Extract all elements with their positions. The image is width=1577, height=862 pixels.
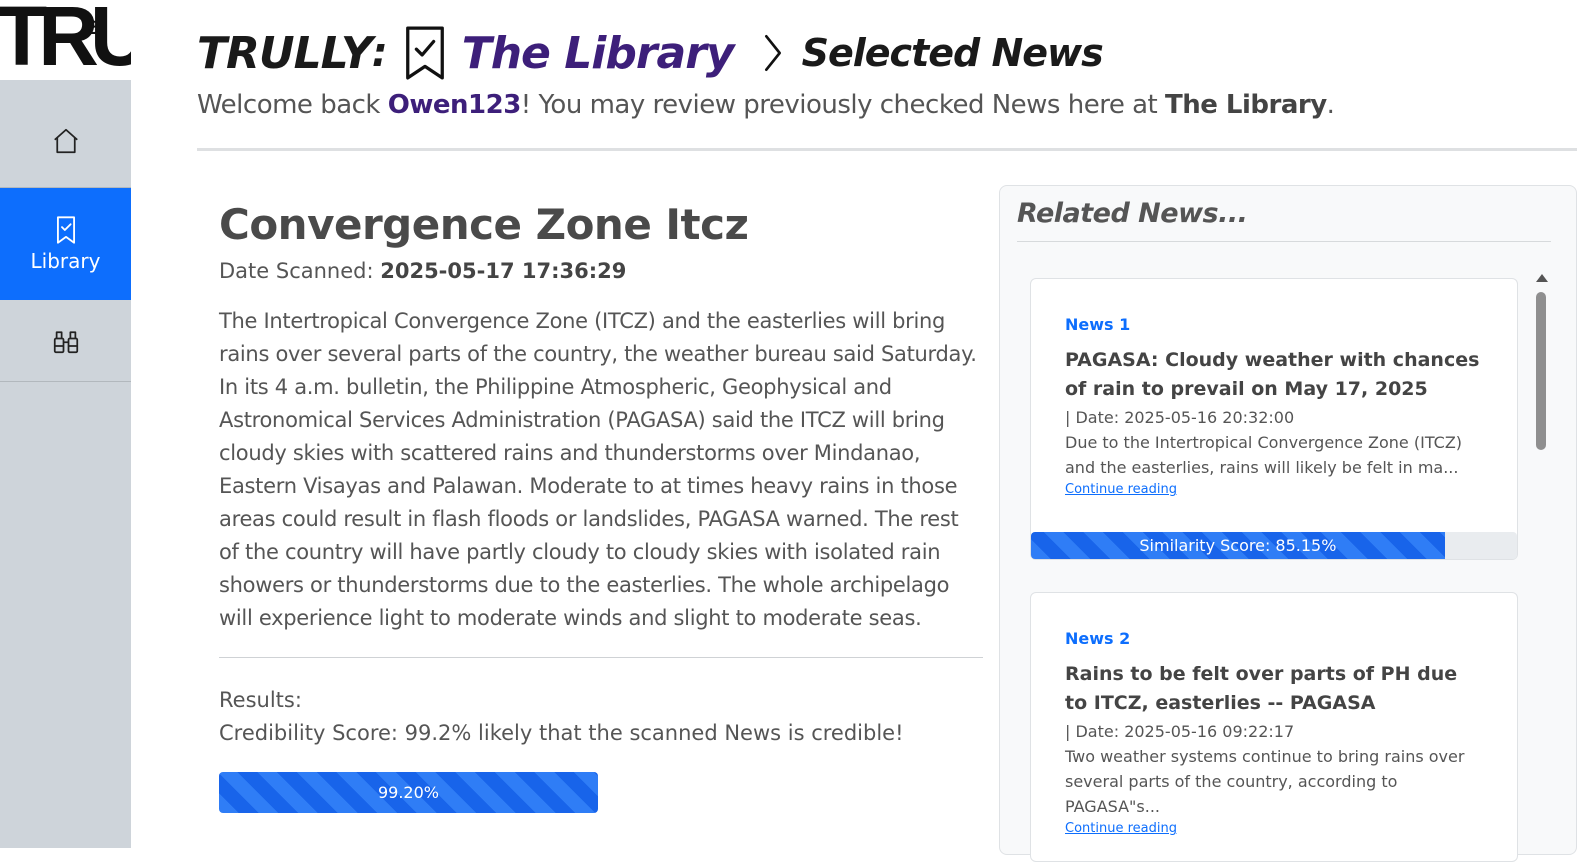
news-snippet: Two weather systems continue to bring ra… — [1065, 747, 1465, 816]
page-title: TRULLY : The Library Selected News — [197, 22, 1567, 84]
binoculars-icon — [53, 330, 78, 353]
scroll-up-arrow-icon[interactable] — [1536, 274, 1548, 282]
related-news-panel: Related News... News 1 PAGASA: Cloudy we… — [999, 185, 1577, 862]
related-divider — [1017, 241, 1551, 242]
bookmark-check-icon — [405, 26, 444, 80]
credibility-progress-bar: 99.20% — [219, 772, 598, 813]
welcome-library: The Library — [1164, 90, 1327, 120]
similarity-progress-bar: Similarity Score: 85.15% — [1031, 532, 1517, 559]
date-label: Date Scanned: — [219, 259, 381, 283]
continue-reading-link[interactable]: Continue reading — [1065, 482, 1483, 497]
article-divider — [219, 657, 983, 658]
chevron-right-icon — [764, 35, 781, 71]
breadcrumb-library[interactable]: The Library — [462, 28, 735, 79]
results-label: Results: — [219, 688, 302, 712]
article: Convergence Zone Itcz Date Scanned: 2025… — [219, 200, 983, 813]
nav-explore[interactable] — [0, 300, 131, 382]
logo-sup: 01 — [84, 20, 101, 37]
news-date: | Date: 2025-05-16 20:32:00 — [1065, 408, 1295, 427]
date-scanned: Date Scanned: 2025-05-17 17:36:29 — [219, 259, 983, 283]
news-card: News 2 Rains to be felt over parts of PH… — [1030, 592, 1518, 862]
breadcrumb-current: Selected News — [801, 31, 1104, 75]
article-title: Convergence Zone Itcz — [219, 200, 749, 249]
header: TRULLY : The Library Selected News Welco… — [197, 22, 1567, 120]
results: Results: Credibility Score: 99.2% likely… — [219, 684, 983, 750]
news-label: News 2 — [1065, 629, 1131, 648]
news-title: PAGASA: Cloudy weather with chances of r… — [1065, 349, 1480, 400]
header-divider — [197, 148, 1577, 151]
news-label: News 1 — [1065, 315, 1131, 334]
news-title: Rains to be felt over parts of PH due to… — [1065, 663, 1458, 714]
title-colon: : — [371, 30, 388, 76]
welcome-mid: ! You may review previously checked News… — [520, 90, 1165, 120]
credibility-text: Credibility Score: 99.2% likely that the… — [219, 721, 904, 745]
username: Owen123 — [387, 90, 522, 120]
logo[interactable]: TRU 01 — [0, 0, 131, 80]
house-icon — [53, 128, 78, 153]
nav-home[interactable] — [0, 94, 131, 188]
brand-name[interactable]: TRULLY — [197, 28, 373, 79]
welcome-message: Welcome back Owen123! You may review pre… — [197, 90, 1567, 120]
continue-reading-link[interactable]: Continue reading — [1065, 821, 1483, 836]
news-date: | Date: 2025-05-16 09:22:17 — [1065, 722, 1295, 741]
similarity-fill: Similarity Score: 85.15% — [1031, 532, 1445, 559]
date-value: 2025-05-17 17:36:29 — [380, 259, 627, 283]
welcome-pre: Welcome back — [197, 90, 388, 120]
news-card: News 1 PAGASA: Cloudy weather with chanc… — [1030, 278, 1518, 560]
related-heading: Related News... — [1017, 198, 1248, 229]
scrollbar[interactable] — [1533, 268, 1549, 848]
logo-text: TRU — [0, 0, 131, 80]
welcome-end: . — [1326, 90, 1335, 120]
bookmark-icon — [56, 216, 75, 244]
scrollbar-thumb[interactable] — [1536, 292, 1546, 450]
news-snippet: Due to the Intertropical Convergence Zon… — [1065, 433, 1463, 477]
sidebar: TRU 01 Library — [0, 0, 131, 848]
nav-library-label: Library — [30, 249, 101, 273]
article-body: The Intertropical Convergence Zone (ITCZ… — [219, 309, 977, 630]
nav-library[interactable]: Library — [0, 188, 131, 300]
